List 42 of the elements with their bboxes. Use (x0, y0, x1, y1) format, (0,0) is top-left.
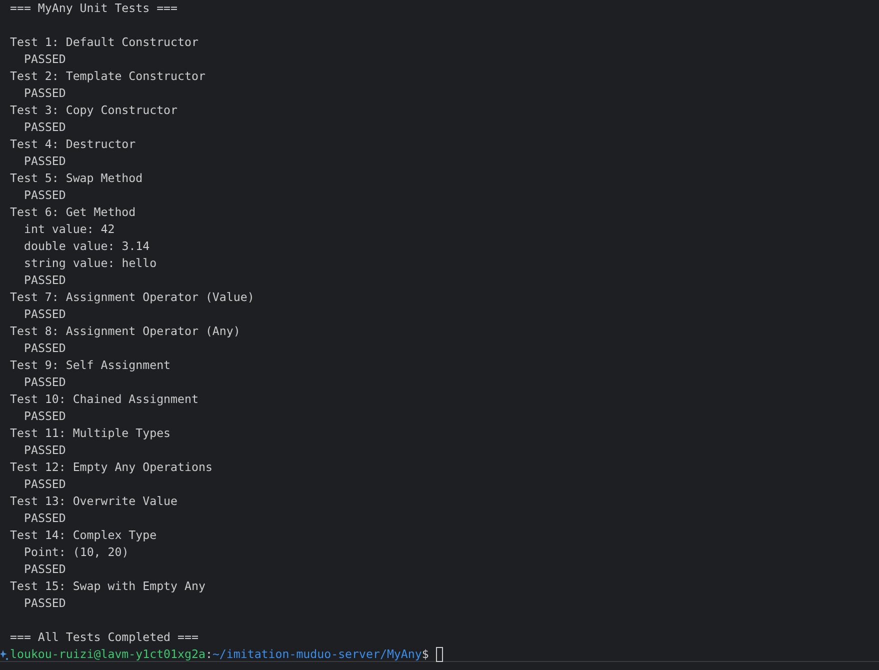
prompt-symbol: $ (422, 646, 429, 663)
test-title: Test 3: Copy Constructor (10, 103, 178, 117)
test-title: Test 11: Multiple Types (10, 426, 171, 440)
section-heading: === All Tests Completed === (10, 630, 198, 644)
test-title: Test 8: Assignment Operator (Any) (10, 324, 240, 338)
test-result: PASSED (23, 596, 66, 610)
test-title: Test 2: Template Constructor (10, 69, 206, 83)
text-cursor (436, 647, 443, 662)
test-title: Test 12: Empty Any Operations (10, 460, 212, 474)
test-title: Test 6: Get Method (10, 205, 136, 219)
output-line: double value: 3.14 (23, 239, 150, 253)
test-result: PASSED (23, 511, 66, 525)
test-result: PASSED (23, 273, 66, 287)
test-result: PASSED (23, 154, 66, 168)
test-result: PASSED (23, 341, 66, 355)
section-heading: === MyAny Unit Tests === (10, 1, 178, 15)
test-result: PASSED (23, 307, 66, 321)
test-result: PASSED (23, 477, 66, 491)
test-result: PASSED (23, 120, 66, 134)
test-result: PASSED (23, 375, 66, 389)
test-title: Test 9: Self Assignment (10, 358, 171, 372)
test-title: Test 14: Complex Type (10, 528, 157, 542)
prompt-path: ~/imitation-muduo-server/MyAny (212, 646, 422, 663)
test-result: PASSED (23, 562, 66, 576)
test-title: Test 15: Swap with Empty Any (10, 579, 206, 593)
test-result: PASSED (23, 443, 66, 457)
test-title: Test 10: Chained Assignment (10, 392, 198, 406)
test-title: Test 1: Default Constructor (10, 35, 198, 49)
test-result: PASSED (23, 188, 66, 202)
sparkle-icon (0, 650, 8, 660)
test-result: PASSED (23, 86, 66, 100)
output-line: Point: (10, 20) (23, 545, 129, 559)
prompt-user-host: loukou-ruizi@lavm-y1ct01xg2a (10, 646, 206, 663)
output-line: string value: hello (23, 256, 157, 270)
test-title: Test 5: Swap Method (10, 171, 143, 185)
prompt-separator: : (205, 646, 212, 663)
test-title: Test 13: Overwrite Value (10, 494, 178, 508)
test-result: PASSED (23, 409, 66, 423)
test-title: Test 7: Assignment Operator (Value) (10, 290, 254, 304)
test-title: Test 4: Destructor (10, 137, 136, 151)
output-line: int value: 42 (23, 222, 115, 236)
test-result: PASSED (23, 52, 66, 66)
